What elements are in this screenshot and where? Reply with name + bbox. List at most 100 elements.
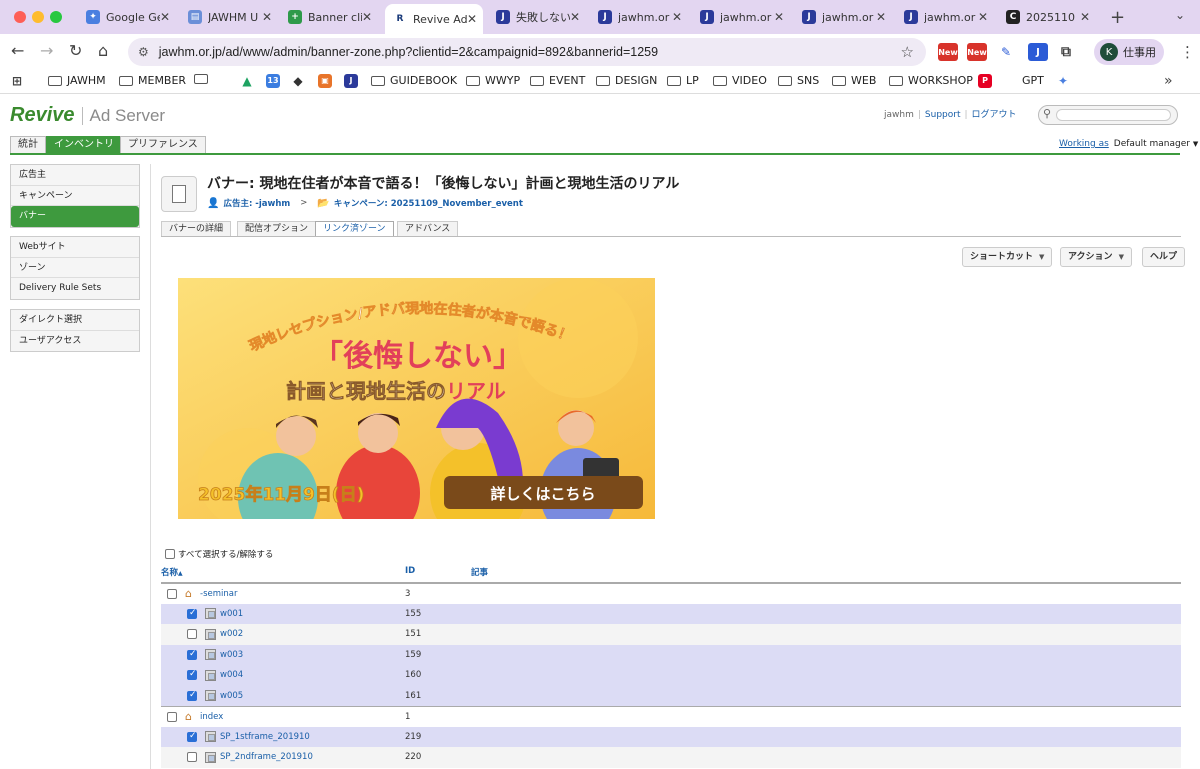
column-notes-header[interactable]: 記事: [471, 566, 488, 578]
shortcut-button[interactable]: ショートカット ▼: [962, 247, 1053, 267]
browser-tab[interactable]: Jjawhm.or ✕: [794, 5, 892, 29]
bookmark-item[interactable]: P: [978, 74, 992, 88]
bookmark-star-icon[interactable]: ☆: [901, 43, 914, 61]
sidebar-item-user-access[interactable]: ユーザアクセス: [11, 331, 139, 352]
address-bar[interactable]: ⚙ jawhm.or.jp/ad/www/admin/banner-zone.p…: [128, 38, 926, 66]
close-tab-icon[interactable]: ✕: [570, 10, 580, 24]
action-button[interactable]: アクション ▼: [1060, 247, 1132, 267]
sidebar-item-websites[interactable]: Webサイト: [11, 237, 139, 258]
tab-preferences[interactable]: プリファレンス: [120, 136, 206, 153]
bookmark-item[interactable]: WORKSHOP: [889, 74, 973, 87]
bookmark-item[interactable]: WEB: [832, 74, 876, 87]
select-all[interactable]: すべて選択する/解除する: [165, 548, 273, 560]
bookmark-item[interactable]: GPT: [1022, 74, 1044, 87]
reload-button[interactable]: ↻: [69, 41, 82, 60]
help-button[interactable]: ヘルプ: [1142, 247, 1186, 267]
close-tab-icon[interactable]: ✕: [160, 10, 170, 24]
back-button[interactable]: ←: [11, 41, 24, 60]
close-tab-icon[interactable]: ✕: [362, 10, 372, 24]
home-button[interactable]: ⌂: [98, 41, 108, 60]
bookmark-item[interactable]: J: [344, 74, 358, 88]
zone-name[interactable]: w003: [220, 650, 243, 660]
extension-new-badge-icon[interactable]: New: [938, 43, 958, 61]
browser-tab[interactable]: ▤ JAWHM U ✕: [180, 5, 278, 29]
search-input[interactable]: [1056, 109, 1171, 121]
tab-linked-zones[interactable]: リンク済ゾーン: [315, 221, 394, 237]
bookmark-item[interactable]: EVENT: [530, 74, 585, 87]
logout-link[interactable]: ログアウト: [972, 110, 1017, 120]
browser-tab[interactable]: + Banner cli ✕: [280, 5, 378, 29]
tab-search-chevron-icon[interactable]: ⌄: [1175, 8, 1185, 22]
bookmark-item[interactable]: MEMBER: [119, 74, 186, 87]
banner-preview[interactable]: 現地レセプション/アドバ現地在住者が本音で語る！ 「後悔しない」 計画と現地生活…: [178, 278, 655, 519]
site-info-icon[interactable]: ⚙: [138, 45, 149, 59]
close-tab-icon[interactable]: ✕: [774, 10, 784, 24]
tab-inventory[interactable]: インベントリ: [46, 136, 122, 153]
zone-name[interactable]: SP_2ndframe_201910: [220, 752, 313, 762]
bookmark-item[interactable]: ⊞: [10, 74, 24, 88]
browser-tab[interactable]: ✦ Google Ge ✕: [78, 5, 176, 29]
browser-menu-icon[interactable]: ⋮: [1180, 43, 1195, 61]
bookmark-item[interactable]: VIDEO: [713, 74, 767, 87]
bookmark-item[interactable]: [194, 74, 213, 84]
zone-name[interactable]: w005: [220, 691, 243, 701]
more-bookmarks-icon[interactable]: »: [1164, 73, 1173, 89]
bookmark-item[interactable]: GUIDEBOOK: [371, 74, 457, 87]
column-name-header[interactable]: 名称▲: [161, 566, 183, 578]
website-name[interactable]: -seminar: [200, 589, 237, 599]
close-tab-icon[interactable]: ✕: [467, 12, 477, 26]
zone-name[interactable]: w004: [220, 670, 243, 680]
sidebar-item-zones[interactable]: ゾーン: [11, 258, 139, 279]
tab-advanced[interactable]: アドバンス: [397, 221, 459, 236]
close-tab-icon[interactable]: ✕: [876, 10, 886, 24]
browser-tab[interactable]: Jjawhm.or ✕: [692, 5, 790, 29]
bookmark-item[interactable]: JAWHM: [48, 74, 106, 87]
close-tab-icon[interactable]: ✕: [978, 10, 988, 24]
browser-tab[interactable]: R Revive Ad ✕: [385, 4, 483, 34]
sidebar-item-banners[interactable]: バナー: [11, 206, 139, 227]
extension-new-badge-icon-2[interactable]: New: [967, 43, 987, 61]
j-extension-icon[interactable]: J: [1028, 43, 1048, 61]
column-id-header[interactable]: ID: [405, 566, 415, 576]
working-as[interactable]: Working as Default manager ▼: [1059, 139, 1198, 149]
sidebar-item-delivery-rule-sets[interactable]: Delivery Rule Sets: [11, 278, 139, 299]
close-tab-icon[interactable]: ✕: [262, 10, 272, 24]
tab-statistics[interactable]: 統計: [10, 136, 46, 153]
tab-delivery-options[interactable]: 配信オプション: [237, 221, 317, 236]
sidebar-item-advertisers[interactable]: 広告主: [11, 165, 139, 186]
bookmark-item[interactable]: ▲: [240, 74, 254, 88]
bookmark-item[interactable]: 13: [266, 74, 280, 88]
extensions-puzzle-icon[interactable]: ⧉: [1056, 43, 1076, 61]
bookmark-item[interactable]: WWYP: [466, 74, 520, 87]
sidebar-item-campaigns[interactable]: キャンペーン: [11, 186, 139, 207]
breadcrumb-advertiser[interactable]: 広告主: -jawhm: [223, 197, 290, 209]
select-all-checkbox[interactable]: [165, 549, 175, 559]
bookmark-item[interactable]: LP: [667, 74, 699, 87]
profile-button[interactable]: K 仕事用: [1094, 39, 1164, 65]
logo[interactable]: Revive Ad Server: [10, 104, 165, 127]
minimize-window-button[interactable]: [32, 11, 44, 23]
browser-tab[interactable]: J 失敗しない ✕: [488, 5, 586, 29]
search-box[interactable]: ⚲: [1038, 105, 1178, 125]
zone-checkbox[interactable]: [187, 608, 197, 619]
close-tab-icon[interactable]: ✕: [672, 10, 682, 24]
forward-button[interactable]: →: [40, 41, 53, 60]
zone-checkbox[interactable]: [187, 669, 197, 680]
website-checkbox[interactable]: [167, 588, 177, 599]
zone-checkbox[interactable]: [187, 629, 197, 639]
sidebar-item-direct-selection[interactable]: ダイレクト選択: [11, 310, 139, 331]
browser-tab[interactable]: Jjawhm.or ✕: [590, 5, 688, 29]
website-name[interactable]: index: [200, 712, 223, 722]
close-tab-icon[interactable]: ✕: [1080, 10, 1090, 24]
working-as-label[interactable]: Working as: [1059, 139, 1109, 149]
browser-tab[interactable]: C 2025110 ✕: [998, 5, 1096, 29]
new-tab-button[interactable]: +: [1110, 7, 1125, 28]
zone-checkbox[interactable]: [187, 690, 197, 701]
zoom-window-button[interactable]: [50, 11, 62, 23]
zone-checkbox[interactable]: [187, 649, 197, 660]
zone-name[interactable]: w002: [220, 629, 243, 639]
zone-checkbox[interactable]: [187, 752, 197, 762]
bookmark-item[interactable]: ✦: [1056, 74, 1070, 88]
bookmark-item[interactable]: ▣: [318, 74, 332, 88]
browser-tab[interactable]: Jjawhm.or ✕: [896, 5, 994, 29]
